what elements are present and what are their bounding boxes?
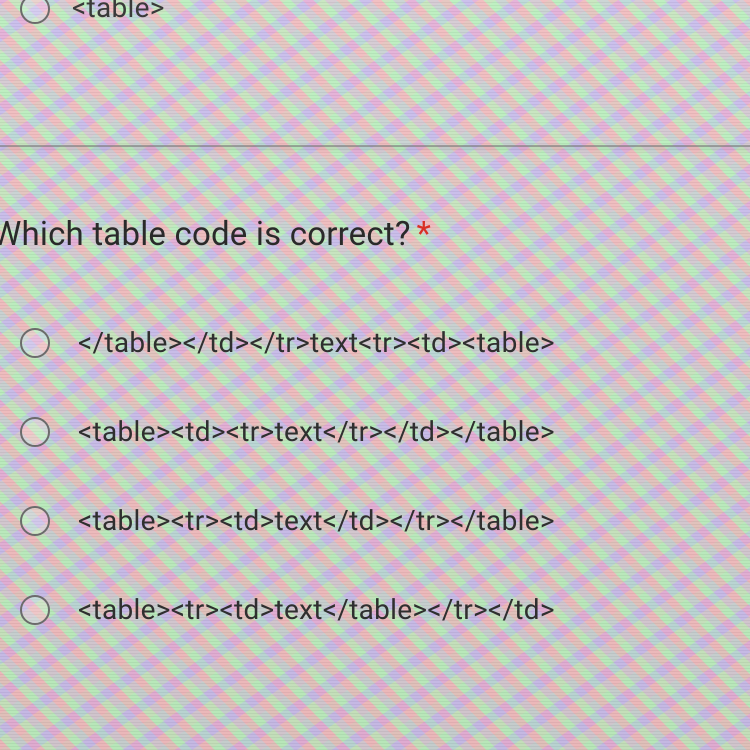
radio-icon[interactable] bbox=[20, 595, 50, 625]
form-content: <table> Which table code is correct?* </… bbox=[0, 0, 750, 626]
question-block: Which table code is correct?* </table></… bbox=[0, 215, 750, 626]
option-label: <table><td><tr>text</tr></td></table> bbox=[78, 415, 555, 448]
question-title: Which table code is correct?* bbox=[0, 215, 750, 254]
radio-icon[interactable] bbox=[20, 417, 50, 447]
option-row[interactable]: <table><tr><td>text</table></tr></td> bbox=[20, 593, 750, 626]
option-label: <table><tr><td>text</td></tr></table> bbox=[78, 504, 555, 537]
option-label: <table><tr><td>text</table></tr></td> bbox=[78, 593, 555, 626]
option-label: <table> bbox=[72, 0, 165, 24]
option-row[interactable]: <table><tr><td>text</td></tr></table> bbox=[20, 504, 750, 537]
option-row[interactable]: </table></td></tr>text<tr><td><table> bbox=[20, 326, 750, 359]
radio-icon[interactable] bbox=[20, 328, 50, 358]
required-asterisk: * bbox=[417, 215, 431, 254]
previous-question-fragment: <table> bbox=[0, 0, 750, 40]
radio-icon[interactable] bbox=[20, 0, 50, 24]
option-row[interactable]: <table><td><tr>text</tr></td></table> bbox=[20, 415, 750, 448]
question-text: Which table code is correct? bbox=[0, 215, 411, 254]
options-list: </table></td></tr>text<tr><td><table> <t… bbox=[0, 326, 750, 626]
radio-icon[interactable] bbox=[20, 506, 50, 536]
option-label: </table></td></tr>text<tr><td><table> bbox=[78, 326, 555, 359]
question-divider bbox=[0, 145, 750, 147]
